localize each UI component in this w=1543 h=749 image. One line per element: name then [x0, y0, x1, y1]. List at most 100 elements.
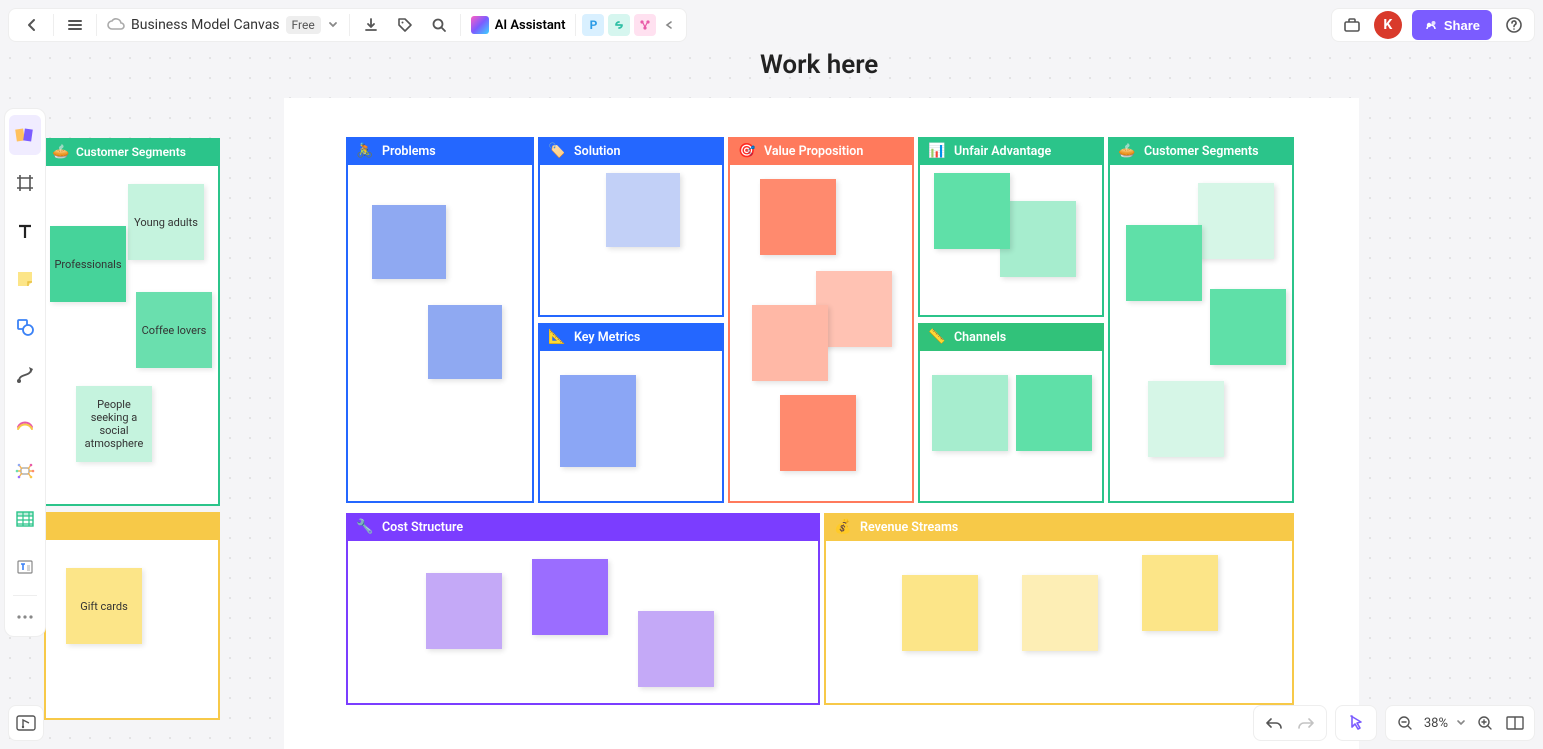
board-header: 🥧 Customer Segments — [44, 138, 220, 166]
sticky-note[interactable] — [1210, 289, 1286, 365]
board-channels[interactable]: 📏 Channels — [918, 323, 1104, 503]
redo-button[interactable] — [1294, 711, 1318, 735]
board-header: 🥧 Customer Segments — [1108, 137, 1294, 165]
board-cost-structure[interactable]: 🔧 Cost Structure — [346, 513, 820, 705]
share-icon — [1424, 18, 1438, 32]
board-title: Unfair Advantage — [954, 144, 1051, 159]
board-revenue-streams[interactable]: 💰 Revenue Streams — [824, 513, 1294, 705]
chevron-down-icon[interactable] — [327, 19, 339, 31]
sticky-note[interactable] — [932, 375, 1008, 451]
tag-button[interactable] — [388, 8, 422, 42]
collapse-toolbar-button[interactable] — [658, 10, 680, 40]
chevron-down-icon[interactable] — [1456, 718, 1466, 728]
sticky-note[interactable] — [1000, 201, 1076, 277]
zoom-level[interactable]: 38% — [1424, 716, 1448, 731]
sticky-note[interactable] — [606, 173, 680, 247]
text-tool[interactable] — [9, 211, 41, 251]
separator — [575, 14, 576, 36]
shape-tool[interactable] — [9, 307, 41, 347]
sticky-note[interactable] — [1016, 375, 1092, 451]
minimap-button[interactable] — [8, 705, 44, 741]
fit-screen-button[interactable] — [1504, 712, 1526, 734]
templates-tool[interactable] — [9, 115, 41, 155]
zoom-in-button[interactable] — [1474, 712, 1496, 734]
sticky-note[interactable]: Professionals — [50, 226, 126, 302]
board-title: Customer Segments — [1144, 144, 1259, 159]
sticky-note[interactable]: People seeking a social atmosphere — [76, 386, 152, 462]
separator — [53, 14, 54, 36]
sticky-note[interactable] — [1022, 575, 1098, 651]
search-button[interactable] — [422, 8, 456, 42]
pen-tool[interactable] — [9, 403, 41, 443]
board-customer-segments[interactable]: 🥧 Customer Segments — [1108, 137, 1294, 503]
bottom-right-controls: 38% — [1253, 705, 1535, 741]
download-button[interactable] — [354, 8, 388, 42]
sticky-note[interactable] — [638, 611, 714, 687]
frame-tool[interactable] — [9, 163, 41, 203]
ai-assistant-button[interactable]: AI Assistant — [465, 16, 572, 34]
text-block-tool[interactable] — [9, 547, 41, 587]
sticky-note-tool[interactable] — [9, 259, 41, 299]
board-header: 💰 Revenue Streams — [824, 513, 1294, 541]
sticky-note[interactable] — [760, 179, 836, 255]
sticky-note[interactable] — [426, 573, 502, 649]
undo-redo-pill — [1253, 705, 1327, 741]
back-button[interactable] — [15, 8, 49, 42]
board-title: Problems — [382, 144, 436, 159]
board-header: 🔧 Cost Structure — [346, 513, 820, 541]
sticky-note[interactable] — [1148, 381, 1224, 457]
pie-icon: 🥧 — [52, 143, 70, 161]
briefcase-button[interactable] — [1340, 13, 1364, 37]
sticky-note[interactable] — [934, 173, 1010, 249]
vertical-toolbar — [4, 108, 46, 637]
integration-button-1[interactable] — [606, 8, 632, 42]
sticky-note[interactable] — [428, 305, 502, 379]
sticky-note[interactable] — [532, 559, 608, 635]
integration-button-2[interactable] — [632, 8, 658, 42]
sticky-note[interactable]: Coffee lovers — [136, 292, 212, 368]
top-toolbar-right: K Share — [1331, 8, 1535, 42]
more-tools-button[interactable] — [9, 604, 41, 630]
share-label: Share — [1444, 18, 1480, 33]
sticky-note[interactable] — [372, 205, 446, 279]
menu-button[interactable] — [58, 8, 92, 42]
board-header: 📐 Key Metrics — [538, 323, 724, 351]
left-preview-revenue[interactable]: Gift cards — [44, 512, 220, 720]
p-icon: P — [582, 14, 604, 36]
sticky-note[interactable]: Young adults — [128, 184, 204, 260]
table-tool[interactable] — [9, 499, 41, 539]
board-header: 🎯 Value Proposition — [728, 137, 914, 165]
target-icon: 🎯 — [738, 142, 756, 160]
connector-tool[interactable] — [9, 355, 41, 395]
document-title-area[interactable]: Business Model Canvas Free — [101, 16, 345, 34]
presentation-mode-button[interactable]: P — [580, 8, 606, 42]
sticky-note[interactable] — [1142, 555, 1218, 631]
sticky-note[interactable] — [1126, 225, 1202, 301]
user-avatar[interactable]: K — [1374, 11, 1402, 39]
board-value-proposition[interactable]: 🎯 Value Proposition — [728, 137, 914, 503]
zoom-out-button[interactable] — [1394, 712, 1416, 734]
pie-icon: 🥧 — [1118, 142, 1136, 160]
share-button[interactable]: Share — [1412, 10, 1492, 40]
cursor-button[interactable] — [1344, 711, 1368, 735]
sticky-note[interactable] — [902, 575, 978, 651]
sticky-note[interactable] — [780, 395, 856, 471]
cloud-sync-icon — [107, 18, 125, 32]
board-key-metrics[interactable]: 📐 Key Metrics — [538, 323, 724, 503]
board-problems[interactable]: 🚴 Problems — [346, 137, 534, 503]
sticky-note[interactable] — [752, 305, 828, 381]
board-unfair-advantage[interactable]: 📊 Unfair Advantage — [918, 137, 1104, 317]
mindmap-tool[interactable] — [9, 451, 41, 491]
board-title: Channels — [954, 330, 1006, 345]
separator — [460, 14, 461, 36]
help-button[interactable] — [1502, 13, 1526, 37]
label-icon: 🏷️ — [548, 142, 566, 160]
board-solution[interactable]: 🏷️ Solution — [538, 137, 724, 317]
sticky-note[interactable] — [1198, 183, 1274, 259]
board-header: 🏷️ Solution — [538, 137, 724, 165]
diagram-icon — [634, 14, 656, 36]
sticky-note[interactable] — [560, 375, 636, 467]
undo-button[interactable] — [1262, 711, 1286, 735]
left-preview-customer-segments[interactable]: 🥧 Customer Segments Young adults Profess… — [44, 138, 220, 506]
sticky-note[interactable]: Gift cards — [66, 568, 142, 644]
